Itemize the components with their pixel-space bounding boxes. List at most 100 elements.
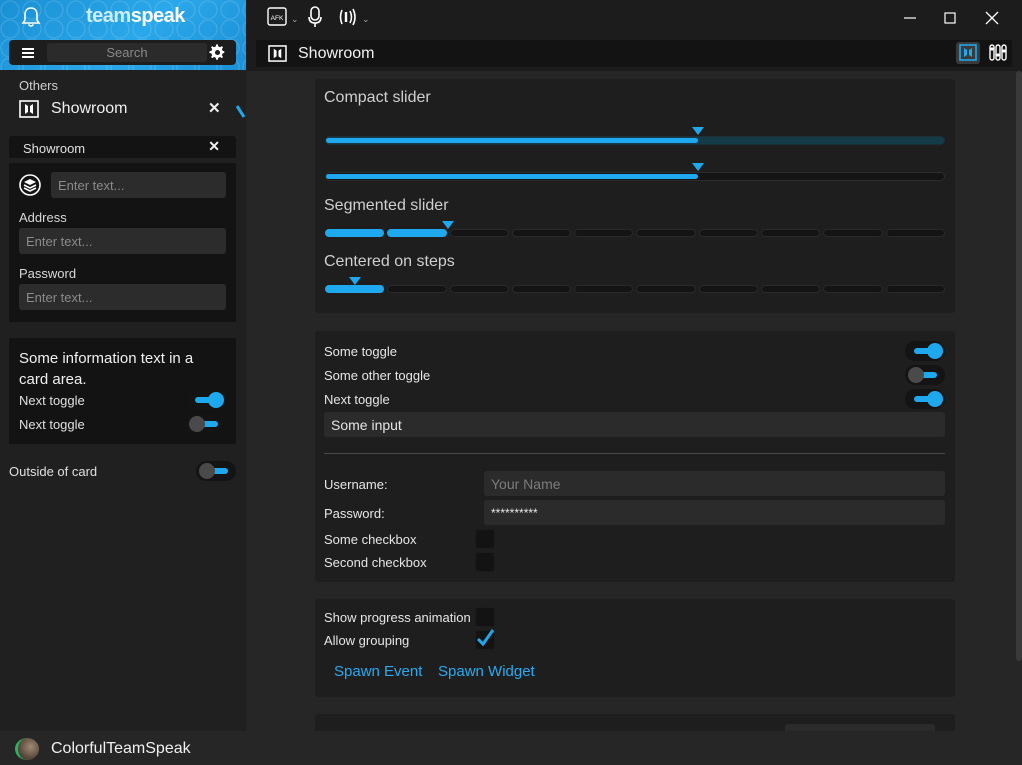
compact-slider-1[interactable] bbox=[325, 127, 945, 145]
sidebar-item-label: Showroom bbox=[51, 100, 128, 117]
info-text: Some information text in a card area. bbox=[19, 350, 194, 388]
hamburger-icon bbox=[22, 47, 34, 58]
info-toggle-2[interactable] bbox=[186, 414, 226, 434]
allow-grouping-checkbox[interactable] bbox=[475, 629, 495, 650]
dropdown-partial[interactable] bbox=[785, 724, 935, 731]
minimize-icon[interactable] bbox=[900, 8, 920, 28]
tab-header: Showroom bbox=[246, 36, 1022, 71]
view-mode-button-1[interactable] bbox=[956, 42, 980, 64]
compact-slider-2-thumb[interactable] bbox=[692, 163, 704, 171]
maximize-icon[interactable] bbox=[940, 8, 960, 28]
gear-icon[interactable] bbox=[209, 44, 226, 61]
slider-segment[interactable] bbox=[574, 285, 634, 293]
search-input[interactable] bbox=[47, 43, 207, 62]
outside-toggle[interactable] bbox=[196, 461, 236, 481]
checkmark-icon bbox=[476, 629, 495, 647]
slider-segment[interactable] bbox=[698, 285, 759, 293]
slider-segment[interactable] bbox=[325, 285, 385, 293]
segmented-slider[interactable] bbox=[325, 229, 945, 237]
avatar[interactable] bbox=[15, 738, 39, 760]
segmented-slider-thumb[interactable] bbox=[442, 221, 455, 229]
username-field[interactable] bbox=[484, 471, 945, 496]
password-field[interactable] bbox=[484, 500, 945, 525]
slider-segment[interactable] bbox=[761, 229, 821, 237]
next-toggle[interactable] bbox=[905, 389, 945, 409]
compact-slider-1-thumb[interactable] bbox=[692, 127, 704, 135]
slider-segment[interactable] bbox=[885, 229, 945, 237]
some-input[interactable] bbox=[324, 412, 945, 437]
second-checkbox[interactable] bbox=[475, 552, 495, 572]
some-toggle[interactable] bbox=[905, 341, 945, 361]
checkbox-label: Some checkbox bbox=[324, 532, 417, 547]
password-label: Password bbox=[19, 266, 77, 281]
slider-segment[interactable] bbox=[511, 285, 572, 293]
chevron-down-icon[interactable]: ⌄ bbox=[362, 14, 370, 25]
slider-segment[interactable] bbox=[636, 285, 696, 293]
mixer-icon bbox=[989, 44, 1007, 61]
slider-card: Compact slider Segmented slider Centered… bbox=[315, 79, 955, 313]
slider-segment[interactable] bbox=[761, 285, 821, 293]
username-label: Username: bbox=[324, 477, 388, 492]
slider-segment[interactable] bbox=[636, 229, 696, 237]
some-other-toggle[interactable] bbox=[905, 365, 945, 385]
address-label: Address bbox=[19, 210, 67, 225]
spawn-widget-link[interactable]: Spawn Widget bbox=[438, 663, 535, 680]
mini-tab-showroom[interactable]: Showroom ✕ bbox=[9, 136, 236, 158]
toggle-label: Next toggle bbox=[19, 393, 85, 408]
compact-slider-2[interactable] bbox=[325, 163, 945, 181]
sidebar: teamspeak Others Showroom ✕ Showroom ✕ bbox=[0, 0, 246, 731]
slider-segment[interactable] bbox=[574, 229, 634, 237]
centered-slider[interactable] bbox=[325, 285, 945, 293]
slider-segment[interactable] bbox=[325, 229, 385, 237]
section-label-others: Others bbox=[19, 78, 59, 93]
active-indicator-icon bbox=[236, 105, 246, 118]
close-icon[interactable]: ✕ bbox=[208, 138, 220, 155]
slider-segment[interactable] bbox=[511, 229, 572, 237]
spawn-event-link[interactable]: Spawn Event bbox=[334, 663, 422, 680]
info-toggle-1[interactable] bbox=[186, 390, 226, 410]
showroom-view-icon bbox=[959, 44, 977, 61]
info-card: Some information text in a card area. Ne… bbox=[9, 338, 236, 444]
sidebar-item-showroom[interactable]: Showroom ✕ bbox=[0, 96, 246, 124]
speaker-icon[interactable] bbox=[338, 6, 358, 28]
bell-icon[interactable] bbox=[20, 6, 42, 28]
toggle-label: Some other toggle bbox=[324, 368, 431, 383]
afk-label: AFK bbox=[271, 15, 284, 22]
slider-segment[interactable] bbox=[823, 285, 883, 293]
view-mode-button-2[interactable] bbox=[986, 42, 1010, 64]
compact-slider-1-fill bbox=[326, 138, 698, 143]
slider-segment[interactable] bbox=[449, 229, 509, 237]
chevron-down-icon[interactable]: ⌄ bbox=[291, 14, 299, 25]
slider-segment[interactable] bbox=[387, 285, 447, 293]
close-window-icon[interactable] bbox=[982, 8, 1002, 28]
password-field[interactable] bbox=[19, 284, 226, 310]
slider-segment[interactable] bbox=[698, 229, 759, 237]
username: ColorfulTeamSpeak bbox=[51, 740, 191, 757]
afk-icon[interactable]: AFK bbox=[267, 6, 287, 28]
showroom-icon bbox=[19, 100, 39, 118]
showroom-icon bbox=[268, 45, 287, 62]
connection-form-card: Address Password bbox=[9, 163, 236, 322]
close-icon[interactable]: ✕ bbox=[208, 99, 221, 117]
page-title: Showroom bbox=[298, 45, 375, 62]
compact-slider-label: Compact slider bbox=[324, 89, 431, 106]
outside-toggle-label: Outside of card bbox=[9, 464, 98, 479]
some-checkbox[interactable] bbox=[475, 529, 495, 549]
toggle-label: Next toggle bbox=[19, 417, 85, 432]
password-label: Password: bbox=[324, 506, 385, 521]
hamburger-menu-button[interactable] bbox=[9, 40, 47, 65]
slider-segment[interactable] bbox=[449, 285, 509, 293]
microphone-icon[interactable] bbox=[307, 6, 323, 28]
progress-animation-checkbox[interactable] bbox=[475, 607, 495, 627]
centered-slider-thumb[interactable] bbox=[348, 277, 361, 285]
scrollbar[interactable] bbox=[1016, 71, 1022, 661]
slider-segment[interactable] bbox=[823, 229, 883, 237]
toggle-label: Next toggle bbox=[324, 392, 390, 407]
text-field[interactable] bbox=[51, 172, 226, 198]
address-field[interactable] bbox=[19, 228, 226, 254]
slider-segment[interactable] bbox=[885, 285, 945, 293]
progress-checkbox-label: Show progress animation bbox=[324, 610, 471, 625]
logo-text-bold: speak bbox=[130, 5, 186, 27]
segmented-slider-label: Segmented slider bbox=[324, 197, 449, 214]
slider-segment[interactable] bbox=[387, 229, 447, 237]
